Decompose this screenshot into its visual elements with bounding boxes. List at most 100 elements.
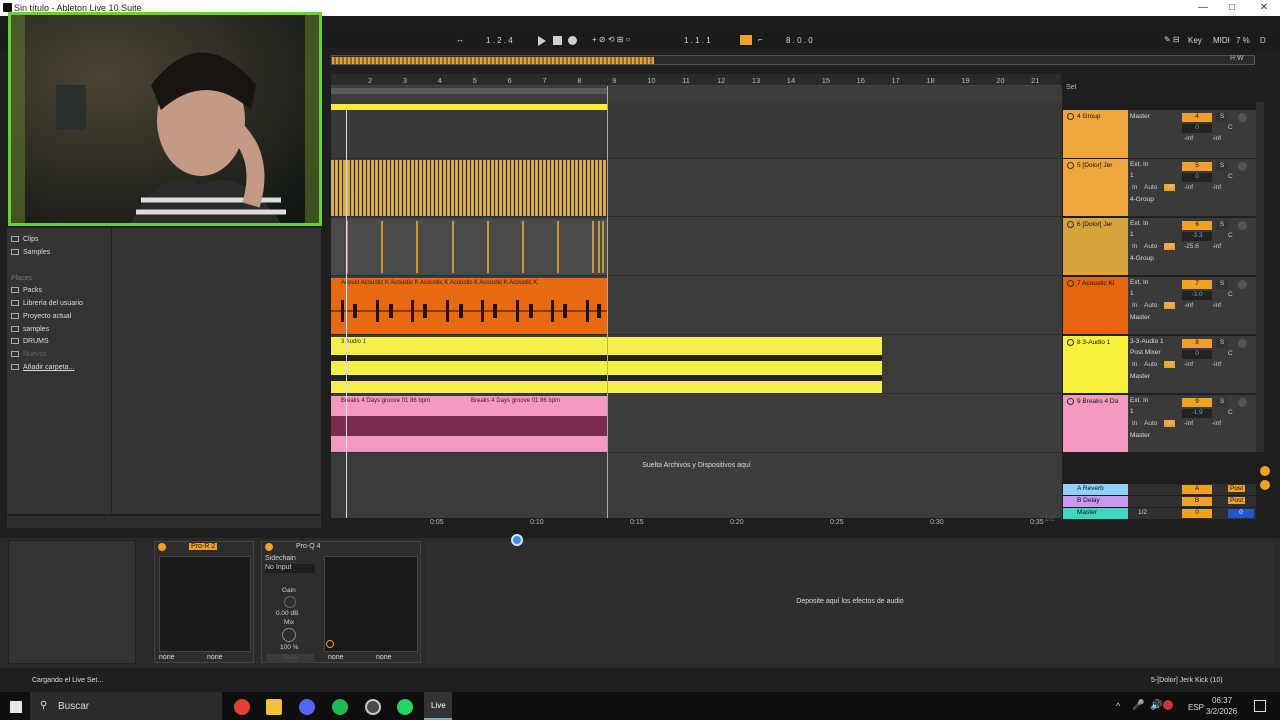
input-type-select[interactable]: Ext. In (1130, 279, 1178, 288)
taskbar-search[interactable]: ⚲ Buscar (30, 692, 222, 720)
track-scrollbar[interactable] (1256, 102, 1264, 452)
language-indicator[interactable]: ESP (1188, 703, 1204, 712)
volume-icon[interactable]: 🔊 (1150, 700, 1162, 711)
return-post-button[interactable]: Post (1228, 485, 1246, 492)
monitor-in[interactable]: In (1132, 420, 1137, 427)
arm-record-icon[interactable] (1238, 280, 1247, 289)
solo-button[interactable]: S (1216, 162, 1228, 171)
pro-q4-none-2[interactable]: none (376, 654, 392, 661)
volume-field[interactable]: -3.3 (1182, 232, 1212, 241)
arm-record-icon[interactable] (1238, 113, 1247, 122)
notifications-icon[interactable] (1254, 700, 1266, 712)
play-button[interactable] (538, 36, 546, 46)
volume-field[interactable]: 0 (1182, 173, 1212, 182)
master-cue[interactable]: 1/2 (1138, 509, 1147, 516)
arm-record-icon[interactable] (1238, 398, 1247, 407)
input-type-select[interactable]: Ext. In (1130, 161, 1178, 170)
return-activator[interactable]: 0 (1182, 509, 1212, 518)
clock-time[interactable]: 06:37 (1212, 696, 1232, 705)
places-drums[interactable]: DRUMS (11, 338, 49, 345)
volume-field[interactable]: -3.0 (1182, 291, 1212, 300)
clip-acoustic-kick[interactable]: Acoust Acoustic K Acoustic K Acoustic K … (331, 278, 607, 334)
monitor-auto[interactable]: Auto (1144, 420, 1157, 427)
volume-field[interactable]: 0 (1182, 350, 1212, 359)
output-routing-select[interactable]: 4-Group (1130, 255, 1178, 264)
solo-button[interactable]: S (1216, 113, 1228, 122)
clock-date[interactable]: 3/2/2026 (1206, 707, 1237, 716)
discord-icon[interactable] (299, 699, 315, 715)
clip-view-toggle-icon[interactable] (1260, 466, 1270, 476)
group-clip-bar[interactable] (331, 104, 607, 110)
monitor-in[interactable]: In (1132, 243, 1137, 250)
track-activator[interactable]: 9 (1182, 398, 1212, 407)
loop-start-display[interactable]: 1 . 1 . 1 (684, 36, 711, 45)
places-packs[interactable]: Packs (11, 287, 42, 294)
return-track-1[interactable]: B Delay (1063, 496, 1128, 507)
solo-button[interactable]: S (1216, 280, 1228, 289)
nudge-display[interactable]: 1 . 2 . 4 (486, 36, 513, 45)
lane-group[interactable] (331, 102, 1062, 159)
pro-r2-none-2[interactable]: none (207, 654, 223, 661)
overdub-icon[interactable]: + ⊘ ⟲ ⊞ ○ (592, 35, 631, 44)
pro-q4-none-1[interactable]: none (328, 654, 344, 661)
stop-button[interactable] (553, 36, 562, 45)
monitor-off[interactable]: Off (1164, 420, 1175, 427)
track-activator[interactable]: 5 (1182, 162, 1212, 171)
clip-dolor-jerk-5[interactable] (331, 160, 607, 216)
volume-field[interactable]: -1.9 (1182, 409, 1212, 418)
fold-icon[interactable] (1067, 113, 1074, 120)
pro-r2-none-1[interactable]: none (159, 654, 175, 661)
return-activator[interactable]: B (1182, 497, 1212, 506)
pan-field[interactable]: C (1228, 350, 1233, 357)
input-type-select[interactable]: Ext. In (1130, 220, 1178, 229)
mute-button[interactable]: Mute (266, 654, 314, 663)
output-routing-select[interactable]: Master (1130, 314, 1178, 323)
arrangement-position-icon[interactable]: ↔ (456, 35, 464, 44)
solo-button[interactable]: S (1216, 221, 1228, 230)
loop-length-display[interactable]: 8 . 0 . 0 (786, 36, 813, 45)
system-tray-icon[interactable]: ^ (1116, 701, 1120, 711)
return-track-2[interactable]: Master (1063, 508, 1128, 519)
solo-button[interactable]: S (1216, 398, 1228, 407)
draw-mode-icon[interactable]: ✎ ⊟ (1164, 35, 1180, 44)
clip-dolor-jerk-6[interactable] (331, 219, 607, 275)
track-header-9[interactable]: 9 Breaks 4 Da (1063, 395, 1128, 453)
windows-start-icon[interactable] (10, 701, 22, 713)
key-map-button[interactable]: Key (1188, 36, 1202, 45)
pan-field[interactable]: C (1228, 409, 1233, 416)
pan-field[interactable]: C (1228, 124, 1233, 131)
add-folder-link[interactable]: Añadir carpeta... (11, 364, 74, 371)
input-channel-select[interactable]: 1 (1130, 408, 1178, 417)
monitor-auto[interactable]: Auto (1144, 184, 1157, 191)
close-icon[interactable]: ✕ (1256, 1, 1272, 14)
playhead[interactable] (346, 110, 347, 518)
arrangement-overview[interactable] (331, 55, 1255, 65)
chrome-icon[interactable] (234, 699, 250, 715)
punch-icon[interactable]: ⌐ (758, 35, 763, 44)
track-header-7[interactable]: 7 Acoustic Ki (1063, 277, 1128, 335)
solo-button[interactable]: S (1216, 339, 1228, 348)
input-channel-select[interactable]: 1 (1130, 231, 1178, 240)
device-pro-r2[interactable]: Pro-R 2 none none (154, 541, 254, 663)
track-activator[interactable]: 7 (1182, 280, 1212, 289)
monitor-off[interactable]: Off (1164, 302, 1175, 309)
monitor-in[interactable]: In (1132, 361, 1137, 368)
pan-field[interactable]: C (1228, 173, 1233, 180)
input-type-select[interactable]: 3-3-Audio 1 (1130, 338, 1178, 347)
spotify-icon[interactable] (332, 699, 348, 715)
output-routing-select[interactable]: 4-Group (1130, 196, 1178, 205)
track-header-6[interactable]: 6 [Dolor] Jer (1063, 218, 1128, 276)
minimize-icon[interactable]: — (1195, 1, 1211, 14)
fold-icon[interactable] (1067, 280, 1074, 287)
input-type-select[interactable]: Ext. In (1130, 397, 1178, 406)
file-explorer-icon[interactable] (266, 699, 282, 715)
clip-breaks[interactable]: Breaks 4 Days groove 01 86 bpm Breaks 4 … (331, 396, 607, 452)
record-button[interactable] (568, 36, 577, 45)
places-nuevos[interactable]: Nuevos (11, 351, 47, 358)
fold-icon[interactable] (1067, 398, 1074, 405)
places-samples[interactable]: samples (11, 326, 49, 333)
arm-record-icon[interactable] (1238, 339, 1247, 348)
output-routing-select[interactable]: Master (1130, 113, 1178, 122)
obs-icon[interactable] (365, 699, 381, 715)
io-toggle-icon[interactable] (1260, 480, 1270, 490)
